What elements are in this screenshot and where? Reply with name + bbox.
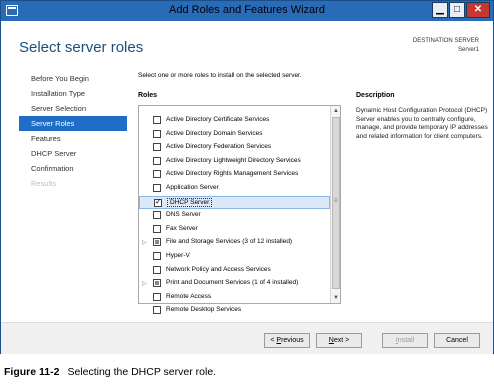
role-label: Remote Desktop Services xyxy=(166,306,242,314)
role-row[interactable]: Fax Server xyxy=(139,223,330,236)
role-label: Active Directory Domain Services xyxy=(166,129,263,137)
role-row[interactable]: Hyper-V xyxy=(139,250,330,263)
role-checkbox[interactable] xyxy=(153,292,161,301)
minimize-button[interactable]: ▁ xyxy=(432,2,448,18)
title-bar[interactable]: Add Roles and Features Wizard ▁ □ ✕ xyxy=(1,1,493,21)
nav-item-before-you-begin[interactable]: Before You Begin xyxy=(19,71,127,86)
roles-heading: Roles xyxy=(138,92,158,99)
role-label: Hyper-V xyxy=(166,252,190,259)
role-label: Application Server xyxy=(166,184,219,191)
role-label: Network Policy and Access Services xyxy=(166,265,271,273)
role-checkbox[interactable] xyxy=(153,306,161,315)
role-checkbox[interactable] xyxy=(153,170,161,179)
role-checkbox[interactable] xyxy=(153,279,161,288)
role-row[interactable]: DHCP Server xyxy=(139,195,330,209)
page-title: Select server roles xyxy=(19,39,144,56)
previous-button[interactable]: < Previous xyxy=(264,333,310,348)
role-row[interactable]: Active Directory Certificate Services xyxy=(139,114,330,127)
role-row[interactable]: Network Policy and Access Services xyxy=(139,264,330,277)
role-checkbox[interactable] xyxy=(154,197,162,207)
role-checkbox[interactable] xyxy=(153,129,161,138)
nav-item-dhcp-server[interactable]: DHCP Server xyxy=(19,146,127,161)
destination-server-name: Server1 xyxy=(457,47,479,53)
role-label: Print and Document Services (1 of 4 inst… xyxy=(166,279,299,287)
role-label: Active Directory Lightweight Directory S… xyxy=(166,156,301,164)
role-row[interactable]: Active Directory Federation Services xyxy=(139,141,330,154)
role-label: DNS Server xyxy=(166,211,201,219)
nav-item-server-selection[interactable]: Server Selection xyxy=(19,101,127,116)
role-label: DHCP Server xyxy=(167,197,213,207)
window-title: Add Roles and Features Wizard xyxy=(169,4,325,16)
next-button[interactable]: Next > xyxy=(316,333,362,348)
roles-list[interactable]: Active Directory Certificate Services Act… xyxy=(138,105,341,315)
nav-item-features[interactable]: Features xyxy=(19,131,127,146)
role-checkbox[interactable] xyxy=(153,143,161,152)
figure-caption: Figure 11-2 Selecting the DHCP server rol… xyxy=(4,366,216,378)
cancel-button[interactable]: Cancel xyxy=(434,333,480,348)
role-row[interactable]: Application Server xyxy=(139,182,330,195)
nav-item-confirmation[interactable]: Confirmation xyxy=(19,161,127,176)
role-checkbox[interactable] xyxy=(153,116,161,124)
wizard-navigation: Before You Begin Installation Type Server … xyxy=(19,71,127,191)
role-label: Remote Access xyxy=(166,292,212,300)
destination-server-label: DESTINATION SERVER xyxy=(412,38,479,44)
role-checkbox[interactable] xyxy=(153,252,161,260)
role-checkbox[interactable] xyxy=(153,184,161,192)
role-label: Fax Server xyxy=(166,224,198,232)
role-checkbox[interactable] xyxy=(153,156,161,165)
next-rest: ext > xyxy=(333,337,350,344)
description-text: Dynamic Host Configuration Protocol (DHC… xyxy=(356,107,488,140)
role-checkbox[interactable] xyxy=(153,211,161,220)
scroll-up-icon[interactable]: ▲ xyxy=(331,106,341,116)
nav-item-server-roles[interactable]: Server Roles xyxy=(19,116,127,131)
nav-item-results: Results xyxy=(31,179,57,188)
role-checkbox[interactable] xyxy=(153,224,161,233)
role-checkbox[interactable] xyxy=(153,265,161,274)
description-heading: Description xyxy=(356,92,395,99)
roles-scrollbar[interactable]: ▲ ≡ ▼ xyxy=(330,106,340,303)
nav-item-installation-type[interactable]: Installation Type xyxy=(19,86,127,101)
wizard-footer: < Previous Next > Install Cancel xyxy=(1,322,493,354)
wizard-header: Select server roles DESTINATION SERVER S… xyxy=(1,21,493,65)
figure-text: Selecting the DHCP server role. xyxy=(67,366,217,378)
install-button[interactable]: Install xyxy=(382,333,428,348)
scroll-thumb[interactable]: ≡ xyxy=(332,117,340,289)
role-row[interactable]: Remote Access xyxy=(139,291,330,304)
scroll-down-icon[interactable]: ▼ xyxy=(331,293,341,303)
previous-rest: revious xyxy=(281,337,304,344)
role-label: Active Directory Certificate Services xyxy=(166,116,270,123)
figure-label: Figure 11-2 xyxy=(4,366,60,378)
wizard-window: Add Roles and Features Wizard ▁ □ ✕ Sele… xyxy=(0,0,494,354)
maximize-button[interactable]: □ xyxy=(449,2,465,18)
triangle-right-icon[interactable]: ▷ xyxy=(142,239,147,246)
role-row[interactable]: Active Directory Domain Services xyxy=(139,128,330,141)
triangle-right-icon[interactable]: ▷ xyxy=(142,280,147,287)
role-row[interactable]: DNS Server xyxy=(139,209,330,222)
wizard-content: Before You Begin Installation Type Server … xyxy=(1,65,493,322)
close-button[interactable]: ✕ xyxy=(466,2,490,18)
role-checkbox[interactable] xyxy=(153,238,161,247)
role-row[interactable]: ▷ File and Storage Services (3 of 12 inst… xyxy=(139,236,330,249)
role-row[interactable]: ▷ Print and Document Services (1 of 4 ins… xyxy=(139,277,330,290)
role-row[interactable]: Active Directory Lightweight Directory S… xyxy=(139,155,330,168)
role-row[interactable]: Remote Desktop Services xyxy=(139,304,330,317)
role-label: File and Storage Services (3 of 12 insta… xyxy=(166,238,293,246)
install-rest: nstall xyxy=(397,337,415,344)
instruction-text: Select one or more roles to install on t… xyxy=(138,72,302,79)
role-label: Active Directory Rights Management Servi… xyxy=(166,170,299,178)
role-row[interactable]: Active Directory Rights Management Servi… xyxy=(139,168,330,181)
grip-icon: ≡ xyxy=(334,198,338,204)
role-label: Active Directory Federation Services xyxy=(166,143,272,151)
